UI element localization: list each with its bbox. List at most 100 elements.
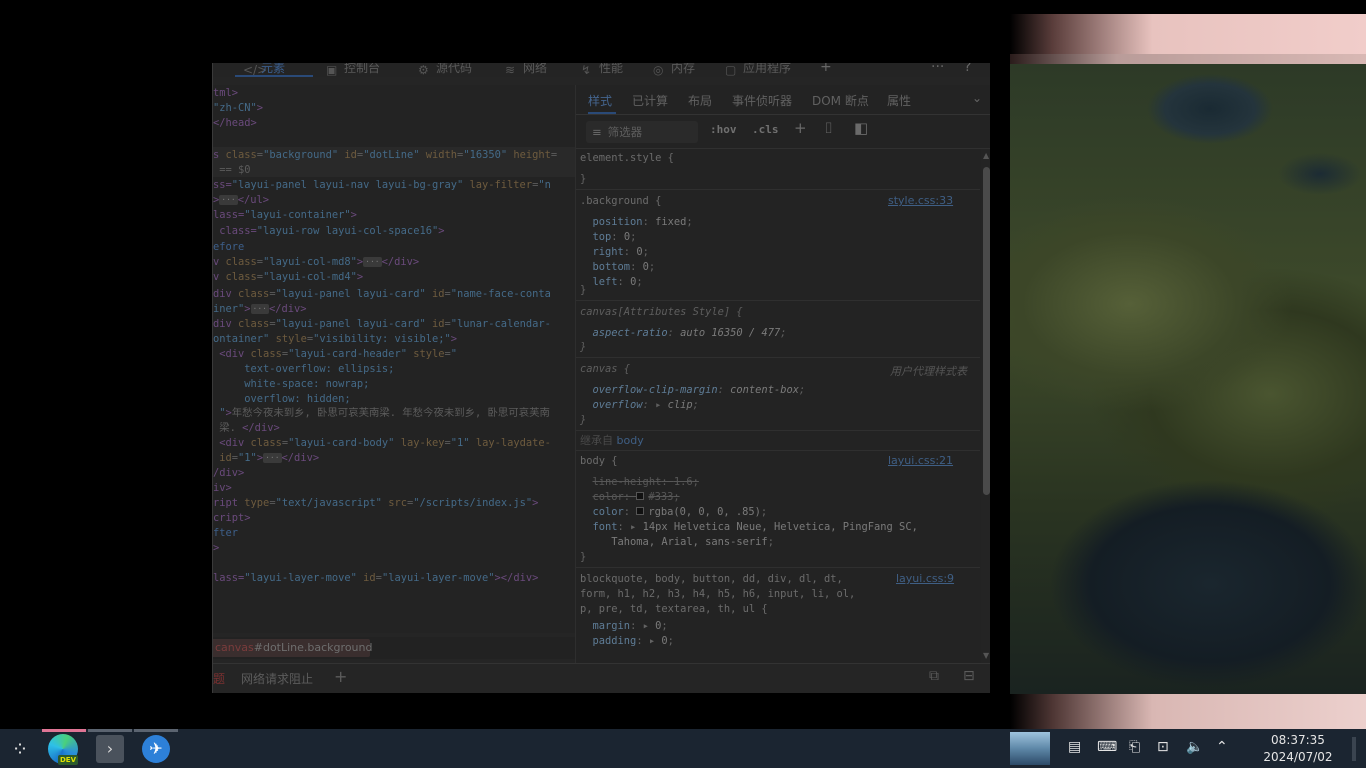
keyboard-icon[interactable]: ⌨: [1097, 739, 1117, 755]
wifi-icon: ≋: [505, 63, 516, 77]
dom-node-line[interactable]: div class="layui-panel layui-card" id="l…: [213, 317, 551, 332]
tab-layout[interactable]: 布局: [688, 92, 712, 109]
desktop-wallpaper: [1010, 14, 1366, 730]
chevron-up-icon[interactable]: ⌃: [1216, 739, 1228, 755]
dom-node-line[interactable]: text-overflow: ellipsis;: [213, 362, 394, 377]
style-property[interactable]: bottom: 0;: [580, 260, 656, 275]
dom-node-line[interactable]: class="layui-row layui-col-space16">: [213, 224, 444, 239]
dom-node-line[interactable]: == $0: [213, 163, 250, 178]
dom-node-line[interactable]: "zh-CN">: [213, 101, 263, 116]
dom-node-line[interactable]: <div class="layui-card-header" style=": [213, 347, 457, 362]
tab-memory[interactable]: ◎ 内存: [653, 63, 695, 77]
rule-selector[interactable]: .background {: [580, 194, 661, 209]
dom-node-line[interactable]: iv>: [213, 481, 232, 496]
style-rules[interactable]: element.style { } .background { style.cs…: [576, 149, 980, 663]
tab-event-listeners[interactable]: 事件侦听器: [732, 92, 792, 109]
dom-node-line[interactable]: ">年愁今夜未到乡, 卧思可哀芙南梁. 年愁今夜未到乡, 卧思可哀芙南: [213, 406, 550, 421]
new-rule-icon[interactable]: +: [794, 119, 807, 137]
tab-console[interactable]: ▣ 控制台: [326, 63, 380, 77]
network-icon[interactable]: ⊡: [1157, 739, 1169, 755]
help-icon[interactable]: ?: [964, 63, 971, 75]
style-property[interactable]: color: #333;: [580, 490, 680, 505]
style-property[interactable]: left: 0;: [580, 275, 643, 290]
dom-node-line[interactable]: v class="layui-col-md8"> ··· </div>: [213, 255, 419, 270]
style-property[interactable]: margin: ▸ 0;: [580, 619, 668, 634]
styles-scrollbar[interactable]: ▲ ▼: [981, 149, 990, 663]
style-property[interactable]: aspect-ratio: auto 16350 / 477;: [580, 326, 787, 341]
add-tab-icon[interactable]: +: [820, 63, 832, 75]
sidebar-toggle-icon[interactable]: ◧: [854, 119, 868, 137]
paint-brush-icon[interactable]: ⌷: [824, 119, 833, 137]
style-property[interactable]: padding: ▸ 0;: [580, 634, 674, 649]
style-property[interactable]: position: fixed;: [580, 215, 693, 230]
chevron-down-icon[interactable]: ⌄: [972, 91, 982, 105]
tab-performance[interactable]: ↯ 性能: [581, 63, 623, 77]
hov-toggle[interactable]: :hov: [710, 123, 737, 136]
edge-dev-icon[interactable]: DEV: [48, 734, 78, 765]
desktop: </>元素 ▣ 控制台 ⚙ 源代码 ≋ 网络 ↯ 性能 ◎ 内存 ▢ 应用程序 + ··· …: [0, 0, 1366, 768]
rule-selector[interactable]: element.style {: [580, 151, 674, 166]
rule-selector[interactable]: blockquote, body, button, dd, div, dl, d…: [580, 572, 843, 587]
dom-node-line[interactable]: >: [213, 541, 219, 556]
style-property[interactable]: overflow-clip-margin: content-box;: [580, 383, 806, 398]
dom-node-line[interactable]: 梁. </div>: [213, 421, 279, 436]
console-icon: ▣: [326, 63, 338, 77]
usb-icon[interactable]: ⎗: [1129, 739, 1140, 755]
dom-node-line[interactable]: s class="background" id="dotLine" width=…: [213, 148, 557, 163]
breadcrumb-item[interactable]: canvas#dotLine.background: [213, 639, 372, 657]
elements-tree[interactable]: tml> "zh-CN"> </head> s class="background" …: [213, 85, 575, 633]
rule-selector[interactable]: body {: [580, 454, 618, 469]
dom-node-line[interactable]: </head>: [213, 116, 257, 131]
dom-node-line[interactable]: tml>: [213, 86, 238, 101]
dock-icon[interactable]: ⧉: [929, 668, 939, 684]
style-property[interactable]: overflow: ▸ clip;: [580, 398, 699, 413]
style-property[interactable]: right: 0;: [580, 245, 649, 260]
dom-node-line[interactable]: /div>: [213, 466, 244, 481]
dom-node-line[interactable]: ript type="text/javascript" src="/script…: [213, 496, 538, 511]
dom-node-line[interactable]: lass="layui-layer-move" id="layui-layer-…: [213, 571, 538, 586]
dom-node-line[interactable]: overflow: hidden;: [213, 392, 350, 407]
volume-icon[interactable]: 🔈: [1186, 739, 1203, 755]
tab-sources[interactable]: ⚙ 源代码: [418, 63, 472, 77]
drawer-tab-network-request-blocking[interactable]: 网络请求阻止: [241, 670, 313, 687]
storage-icon[interactable]: ▤: [1068, 739, 1081, 755]
style-property[interactable]: color: rgba(0, 0, 0, .85);: [580, 505, 768, 520]
style-property[interactable]: line-height: 1.6;: [580, 475, 699, 490]
filter-input[interactable]: ≡ 筛选器: [586, 121, 698, 143]
tray-thumbnail-icon[interactable]: [1010, 732, 1050, 765]
start-icon[interactable]: ⁘: [8, 737, 32, 761]
source-link[interactable]: layui.css:9: [896, 572, 954, 585]
close-drawer-icon[interactable]: ⊟: [963, 668, 975, 684]
app-icon[interactable]: ✈: [142, 735, 170, 763]
tab-properties[interactable]: 属性: [887, 92, 911, 109]
dom-node-line[interactable]: ss="layui-panel layui-nav layui-bg-gray"…: [213, 178, 551, 193]
clock[interactable]: 08:37:35 2024/07/02: [1252, 732, 1344, 766]
dom-node-line[interactable]: ontainer" style="visibility: visible;">: [213, 332, 457, 347]
cls-toggle[interactable]: .cls: [752, 123, 779, 136]
tab-dom-breakpoints[interactable]: DOM 断点: [812, 92, 869, 109]
more-icon[interactable]: ···: [931, 63, 944, 75]
style-property[interactable]: top: 0;: [580, 230, 637, 245]
tab-application[interactable]: ▢ 应用程序: [725, 63, 791, 77]
show-desktop-button[interactable]: [1352, 737, 1356, 761]
dom-node-line[interactable]: id="1"> ··· </div>: [213, 451, 319, 466]
tab-styles[interactable]: 样式: [588, 92, 612, 109]
dom-node-line[interactable]: > ··· </ul>: [213, 193, 269, 208]
source-link[interactable]: layui.css:21: [888, 454, 953, 467]
dom-node-line[interactable]: v class="layui-col-md4">: [213, 270, 363, 285]
source-link[interactable]: style.css:33: [888, 194, 953, 207]
dom-node-line[interactable]: lass="layui-container">: [213, 208, 357, 223]
terminal-icon[interactable]: ›: [96, 735, 124, 763]
dom-node-line[interactable]: cript>: [213, 511, 251, 526]
dom-node-line[interactable]: fter: [213, 526, 238, 541]
add-drawer-tab-icon[interactable]: +: [334, 667, 347, 686]
tab-computed[interactable]: 已计算: [632, 92, 668, 109]
style-property[interactable]: font: ▸ 14px Helvetica Neue, Helvetica, …: [580, 520, 918, 535]
dom-node-line[interactable]: white-space: nowrap;: [213, 377, 369, 392]
dom-node-line[interactable]: <div class="layui-card-body" lay-key="1"…: [213, 436, 551, 451]
dom-node-line[interactable]: efore: [213, 240, 244, 255]
drawer-tab-issues[interactable]: 题: [213, 670, 225, 687]
dom-node-line[interactable]: div class="layui-panel layui-card" id="n…: [213, 287, 551, 302]
tab-network[interactable]: ≋ 网络: [505, 63, 547, 77]
dom-node-line[interactable]: iner"> ··· </div>: [213, 302, 307, 317]
